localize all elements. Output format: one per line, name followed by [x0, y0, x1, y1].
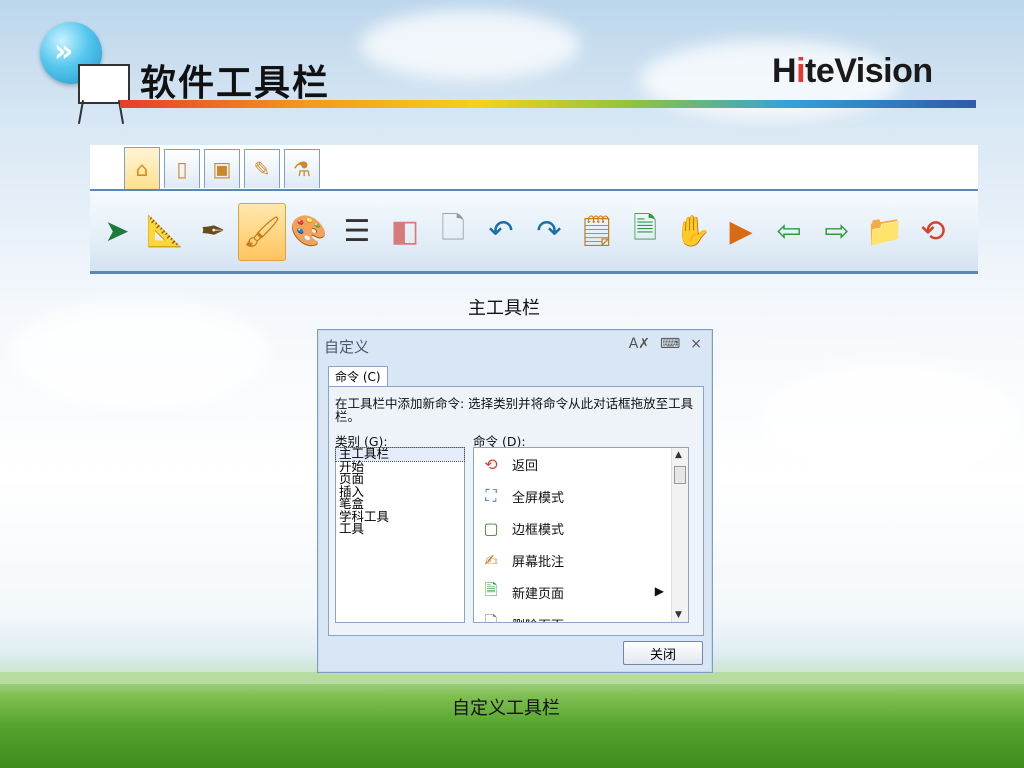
customize-dialog: 自定义 A✗ ⌨ × 命令 (C) 在工具栏中添加新命令: 选择类别并将命令从此对话… [317, 329, 713, 673]
hand-icon[interactable]: ✋ [670, 203, 716, 259]
eraser-icon[interactable]: ◧ [382, 203, 428, 259]
command-label: 删除页面 [512, 615, 564, 623]
fullscreen-icon: ⛶ [485, 486, 497, 505]
annotate-icon[interactable]: 🗒 [574, 203, 620, 259]
scroll-up-icon[interactable]: ▲ [675, 450, 682, 460]
command-item[interactable]: 🗎 新建页面 ▶ [474, 576, 688, 608]
command-list[interactable]: ⟲ 返回 ⛶ 全屏模式 ▢ 边框模式 ✍ 屏幕批注 🗎 新建页面 ▶ 🗋 删除页面 ▲ ▼ [473, 447, 689, 623]
scroll-thumb[interactable] [674, 466, 686, 484]
cloud [10, 300, 270, 410]
return-icon: ⟲ [484, 454, 498, 474]
keyboard-icon[interactable]: ⌨ [660, 336, 680, 352]
submenu-arrow-icon: ▶ [654, 584, 664, 598]
dialog-title: 自定义 [324, 338, 370, 356]
undo-icon[interactable]: ↶ [478, 203, 524, 259]
command-item[interactable]: 🗋 删除页面 [474, 608, 688, 623]
tab-commands[interactable]: 命令 (C) [328, 366, 388, 387]
border-mode-icon: ▢ [483, 518, 499, 538]
prev-page-icon[interactable]: ⇦ [766, 203, 812, 259]
command-item[interactable]: ⛶ 全屏模式 [474, 480, 688, 512]
category-list[interactable]: 主工具栏 开始 页面 插入 笔盒 学科工具 工具 [335, 447, 465, 623]
command-item[interactable]: ✍ 屏幕批注 [474, 544, 688, 576]
dialog-title-icons: A✗ ⌨ × [619, 336, 702, 352]
grass-landscape [0, 654, 1024, 768]
insert-icon[interactable]: ▣ [204, 149, 240, 188]
command-label: 全屏模式 [512, 490, 565, 506]
command-list-scrollbar[interactable]: ▲ ▼ [671, 448, 688, 622]
title-rainbow-rule [120, 100, 976, 108]
command-item[interactable]: ⟲ 返回 [474, 448, 688, 480]
new-page-icon[interactable]: 🗎 [622, 203, 668, 259]
brush-icon[interactable]: 🖌 [238, 203, 286, 261]
palette-icon[interactable]: 🎨 [286, 203, 332, 259]
annotate-icon: ✍ [484, 550, 498, 570]
close-button[interactable]: 关闭 [623, 641, 703, 665]
clear-page-icon[interactable]: 🗋 [430, 203, 476, 259]
scroll-down-icon[interactable]: ▼ [675, 610, 682, 620]
next-page-icon[interactable]: ⇨ [814, 203, 860, 259]
command-label: 屏幕批注 [512, 554, 565, 570]
play-page-icon[interactable]: ▶ [718, 203, 764, 259]
category-item[interactable]: 工具 [336, 522, 464, 536]
command-label: 边框模式 [512, 522, 565, 538]
folder-icon[interactable]: 📁 [862, 203, 908, 259]
toolbar-icon-row: ➤ 📐 ✒ 🖌 🎨 ☰ ◧ 🗋 ↶ ↷ 🗒 🗎 ✋ ▶ ⇦ ⇨ 📁 ⟲ [90, 189, 978, 274]
fountain-pen-icon[interactable]: ✒ [190, 203, 236, 259]
ruler-pen-icon[interactable]: 📐 [142, 203, 188, 259]
subject-tool-icon[interactable]: ⚗ [284, 149, 320, 188]
page-icon[interactable]: ▯ [164, 149, 200, 188]
whiteboard-easel-icon [74, 58, 130, 124]
cloud [360, 10, 580, 80]
slide-title: 软件工具栏 [140, 63, 331, 104]
delete-page-icon: 🗋 [484, 611, 498, 623]
line-style-icon[interactable]: ☰ [334, 203, 380, 259]
cloud [760, 360, 1020, 480]
return-icon[interactable]: ⟲ [910, 203, 956, 259]
commands-panel: 在工具栏中添加新命令: 选择类别并将命令从此对话框拖放至工具栏。 类别 (G):… [328, 386, 704, 636]
dialog-description: 在工具栏中添加新命令: 选择类别并将命令从此对话框拖放至工具栏。 [335, 396, 694, 424]
main-toolbar-caption: 主工具栏 [468, 298, 540, 319]
select-arrow-icon[interactable]: ➤ [94, 203, 140, 259]
home-icon[interactable]: ⌂ [124, 147, 160, 190]
font-style-icon[interactable]: A✗ [629, 336, 650, 352]
main-toolbar: ⌂ ▯ ▣ ✎ ⚗ ➤ 📐 ✒ 🖌 🎨 ☰ ◧ 🗋 ↶ ↷ 🗒 🗎 ✋ ▶ ⇦ ⇨ 📁 ⟲ [90, 145, 978, 274]
pen-holder-icon[interactable]: ✎ [244, 149, 280, 188]
brand-logo: HiteVision [772, 52, 933, 90]
new-page-icon: 🗎 [484, 579, 498, 599]
toolbar-tab-strip: ⌂ ▯ ▣ ✎ ⚗ [90, 145, 978, 190]
custom-toolbar-caption: 自定义工具栏 [452, 698, 560, 719]
command-label: 新建页面 [512, 586, 565, 602]
redo-icon[interactable]: ↷ [526, 203, 572, 259]
close-icon[interactable]: × [690, 336, 702, 352]
command-item[interactable]: ▢ 边框模式 [474, 512, 688, 544]
command-label: 返回 [512, 458, 539, 474]
